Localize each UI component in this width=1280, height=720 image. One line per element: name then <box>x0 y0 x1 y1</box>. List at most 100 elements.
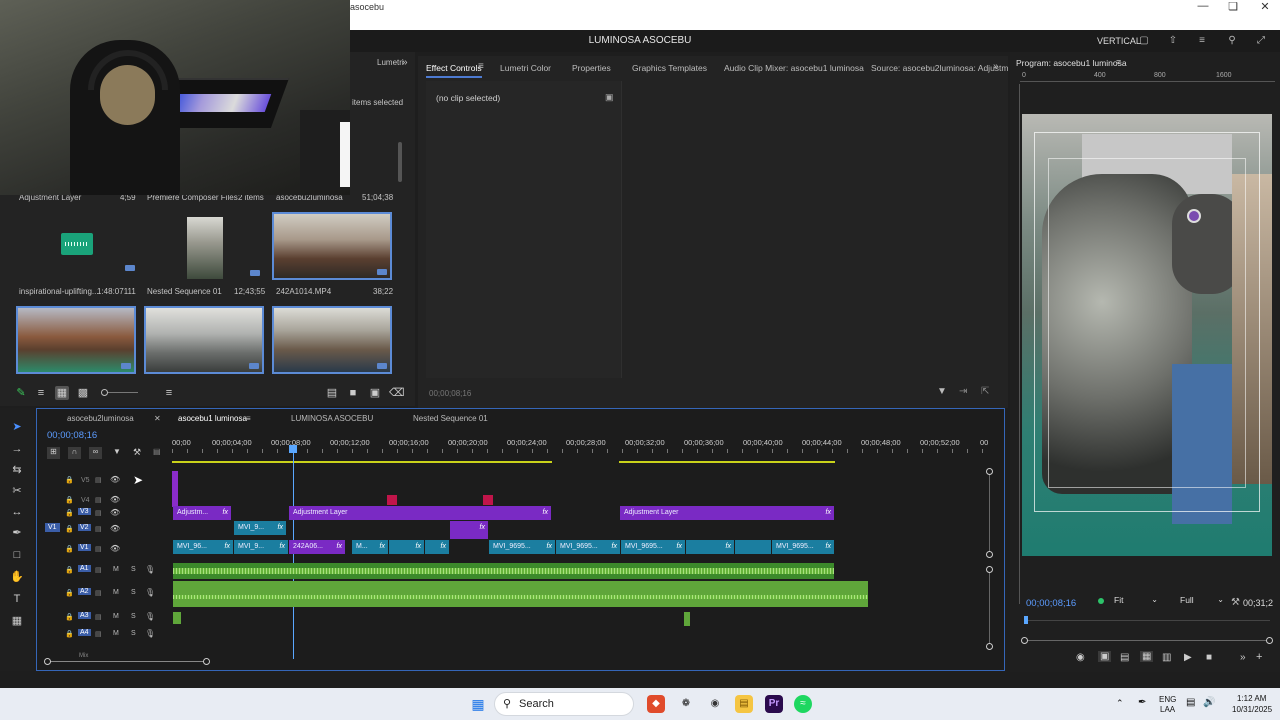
restore-icon[interactable]: ❏ <box>1218 0 1248 14</box>
new-item-icon[interactable]: ▣ <box>368 386 382 400</box>
video-clip[interactable]: M... fx <box>352 540 388 554</box>
video-clip[interactable]: MVI_9695... fx <box>772 540 834 554</box>
source-patch-v1[interactable]: V1 <box>45 523 60 532</box>
microphone-icon[interactable]: 🎙 <box>145 612 155 621</box>
spotify-icon[interactable]: ≈ <box>794 695 812 713</box>
lumetri-tab[interactable]: Lumetri <box>377 58 404 67</box>
chevron-right-icon[interactable]: » <box>1240 652 1246 663</box>
microphone-icon[interactable]: 🎙 <box>145 565 155 574</box>
video-clip[interactable]: MVI_9695... fx <box>489 540 555 554</box>
clip-thumbnail-242A1014[interactable] <box>272 212 392 280</box>
eye-icon[interactable]: 👁 <box>110 475 120 484</box>
selection-tool-icon[interactable]: ➤ <box>10 420 24 434</box>
zoom-slider[interactable] <box>101 389 138 396</box>
timeline-timecode[interactable]: 00;00;08;16 <box>47 430 97 441</box>
program-zoom-bar[interactable] <box>1021 637 1273 644</box>
lock-icon[interactable]: 🔒 <box>65 545 74 553</box>
program-scrubber[interactable] <box>1024 616 1270 624</box>
adjustment-layer-clip[interactable]: Adjustment Layer fx <box>620 506 834 520</box>
close-icon[interactable]: ✕ <box>1250 0 1280 14</box>
automate-sequence-icon[interactable]: ▤ <box>325 386 339 400</box>
tab-sequence[interactable]: Nested Sequence 01 <box>413 414 488 423</box>
volume-icon[interactable]: 🔊 <box>1203 697 1215 708</box>
hand-icon[interactable]: ✋ <box>10 570 24 584</box>
track-select-icon[interactable]: → <box>10 442 24 456</box>
film-icon[interactable]: ▤ <box>95 566 102 574</box>
audio-clip-a2[interactable] <box>173 581 868 607</box>
clip-v5[interactable] <box>172 471 178 507</box>
video-clip[interactable]: MVI_9... fx <box>234 521 286 535</box>
nested-sequence-thumbnail[interactable] <box>144 212 264 280</box>
nest-icon[interactable]: ⊞ <box>47 447 60 459</box>
audio-clip-a3[interactable] <box>684 612 690 626</box>
menu-icon[interactable]: ≡ <box>1116 57 1121 67</box>
tab-sequence[interactable]: asocebu2luminosa <box>67 414 134 423</box>
share-icon[interactable]: ⇧ <box>1167 35 1179 46</box>
film-icon[interactable]: ▤ <box>95 496 102 504</box>
linked-selection-icon[interactable]: ∞ <box>89 447 102 459</box>
tab-sequence[interactable]: LUMINOSA ASOCEBU <box>291 414 373 423</box>
ripple-edit-icon[interactable]: ⇆ <box>10 463 24 477</box>
slip-tool-icon[interactable]: ↔ <box>10 505 24 519</box>
film-icon[interactable]: ▤ <box>95 509 102 517</box>
project-scrollbar[interactable] <box>398 142 402 182</box>
timeline-zoom-scrollbar[interactable] <box>44 658 210 665</box>
chevron-right-icon[interactable]: » <box>993 61 999 72</box>
video-clip[interactable]: fx <box>425 540 449 554</box>
effect-timecode[interactable]: 00;00;08;16 <box>429 389 471 398</box>
tab-source[interactable]: Source: asocebu2luminosa: Adjustm <box>871 63 1009 73</box>
clip-thumbnail[interactable] <box>16 306 136 374</box>
rectangle-icon[interactable]: □ <box>10 548 24 562</box>
clip-v4-marker[interactable] <box>387 495 397 505</box>
film-icon[interactable]: ▤ <box>95 476 102 484</box>
video-clip-v2[interactable]: fx <box>450 521 488 539</box>
microphone-icon[interactable]: 🎙 <box>145 588 155 597</box>
tab-close-icon[interactable]: ✕ <box>154 414 161 423</box>
snap-icon[interactable]: ∩ <box>68 447 81 459</box>
compare-icon[interactable]: ▤ <box>1120 652 1129 663</box>
network-icon[interactable]: ▤ <box>1186 697 1195 708</box>
tab-menu-icon[interactable]: ≡ <box>246 414 251 423</box>
fullscreen-icon[interactable]: ⤢ <box>1255 35 1267 46</box>
marker-icon[interactable]: ▼ <box>113 447 121 456</box>
caption-icon[interactable]: ▦ <box>10 614 24 628</box>
lock-icon[interactable]: 🔒 <box>65 589 74 597</box>
stop-icon[interactable]: ■ <box>1206 652 1212 663</box>
chatgpt-icon[interactable]: ❁ <box>677 695 695 713</box>
icon-view-icon[interactable]: ▦ <box>55 386 69 400</box>
film-icon[interactable]: ▤ <box>95 613 102 621</box>
minimize-icon[interactable]: — <box>1188 0 1218 14</box>
video-clip[interactable]: MVI_9... fx <box>234 540 288 554</box>
eye-icon[interactable]: 👁 <box>110 495 120 504</box>
export-icon[interactable]: ⇱ <box>981 386 989 397</box>
clip-thumbnail[interactable] <box>144 306 264 374</box>
adjustment-layer-clip[interactable]: Adjustm... fx <box>173 506 231 520</box>
eye-icon[interactable]: 👁 <box>110 544 120 553</box>
audio-clip-thumbnail[interactable] <box>16 212 136 280</box>
tab-sequence-active[interactable]: asocebu1 luminosa <box>178 414 247 423</box>
microphone-icon[interactable]: 🎙 <box>145 629 155 638</box>
video-clip[interactable]: MVI_96... fx <box>173 540 233 554</box>
search-icon[interactable]: ⚲ <box>1226 35 1238 46</box>
language-indicator[interactable]: ENG <box>1159 695 1176 704</box>
pencil-icon[interactable]: ✎ <box>14 386 28 400</box>
clip-v4-marker[interactable] <box>483 495 493 505</box>
multi-camera-icon[interactable]: ▥ <box>1162 652 1171 663</box>
new-bin-icon[interactable]: ■ <box>346 386 360 400</box>
lock-icon[interactable]: 🔒 <box>65 496 74 504</box>
video-clip-selected[interactable]: 242A06... fx <box>289 540 345 554</box>
audio-clip-a1[interactable] <box>173 563 834 579</box>
film-icon[interactable]: ▤ <box>95 545 102 553</box>
clock-time[interactable]: 1:12 AM <box>1237 694 1266 703</box>
adjustment-layer-clip[interactable]: Adjustment Layer fx <box>289 506 551 520</box>
settings-wrench-icon[interactable]: ⚒ <box>1231 597 1240 608</box>
play-icon[interactable]: ▶ <box>1184 652 1192 663</box>
export-frame-icon[interactable]: ⇥ <box>959 386 967 397</box>
brave-browser-icon[interactable]: ◆ <box>647 695 665 713</box>
film-icon[interactable]: ▤ <box>95 589 102 597</box>
eye-icon[interactable]: 👁 <box>110 524 120 533</box>
tab-properties[interactable]: Properties <box>572 63 611 73</box>
pen-icon[interactable]: ✒ <box>1138 697 1146 708</box>
type-icon[interactable]: T <box>10 592 24 606</box>
audio-clip-a3[interactable] <box>173 612 181 624</box>
